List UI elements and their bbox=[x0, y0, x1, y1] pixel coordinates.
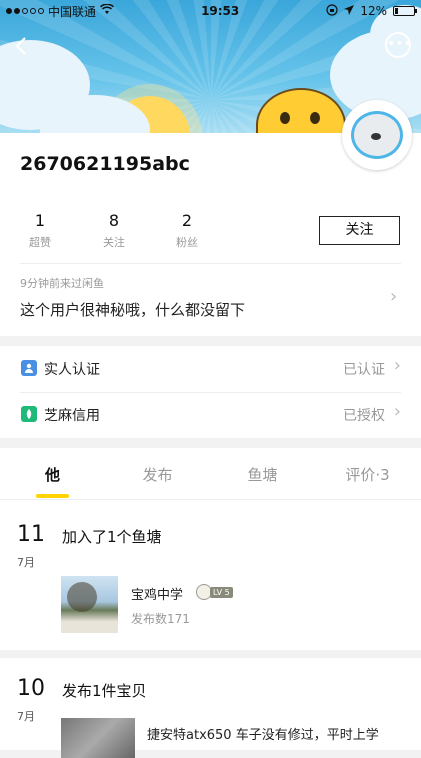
wifi-icon bbox=[100, 3, 115, 18]
chevron-right-icon: › bbox=[393, 355, 401, 376]
carrier-label: 中国联通 bbox=[48, 4, 97, 19]
feed-title: 加入了1个鱼塘 bbox=[62, 528, 162, 546]
stat-fans[interactable]: 2 粉丝 bbox=[167, 211, 207, 250]
stat-value: 8 bbox=[108, 211, 120, 230]
tab-reviews[interactable]: 评价·3 bbox=[315, 464, 420, 485]
status-bar: 中国联通 19:53 12% bbox=[0, 0, 421, 22]
stat-label: 粉丝 bbox=[176, 236, 198, 249]
feed-month: 7月 bbox=[17, 556, 35, 569]
feed-day: 10 bbox=[17, 676, 45, 701]
feed-month: 7月 bbox=[17, 710, 35, 723]
verify-row-sesame[interactable]: 芝麻信用 已授权 › bbox=[0, 392, 421, 438]
stat-label: 超赞 bbox=[29, 236, 51, 249]
location-arrow-icon bbox=[344, 4, 355, 18]
activity-feed: 11 7月 加入了1个鱼塘 宝鸡中学 LV 5 发布数171 10 7月 发布1… bbox=[0, 500, 421, 758]
tab-published[interactable]: 发布 bbox=[105, 464, 210, 485]
tab-bar: 他 发布 鱼塘 评价·3 bbox=[0, 448, 421, 500]
pond-level-badge: LV 5 bbox=[196, 584, 236, 600]
tab-him[interactable]: 他 bbox=[0, 464, 105, 485]
item-description[interactable]: 捷安特atx650 车子没有修过，平时上学 bbox=[147, 724, 412, 743]
tab-ponds[interactable]: 鱼塘 bbox=[210, 464, 315, 485]
verify-status: 已授权 bbox=[343, 408, 385, 424]
item-image[interactable] bbox=[61, 718, 135, 758]
section-separator bbox=[0, 650, 421, 658]
stat-likes[interactable]: 1 超赞 bbox=[20, 211, 60, 250]
battery-percent: 12% bbox=[360, 4, 387, 18]
pond-level: LV 5 bbox=[210, 587, 233, 598]
follow-button[interactable]: 关注 bbox=[319, 216, 400, 245]
battery-icon bbox=[392, 6, 417, 16]
verify-label: 实人认证 bbox=[44, 362, 100, 378]
username: 2670621195abc bbox=[20, 153, 190, 175]
pond-post-count: 发布数171 bbox=[131, 612, 190, 626]
verify-status: 已认证 bbox=[343, 362, 385, 378]
divider bbox=[20, 392, 401, 393]
lock-rotation-icon bbox=[326, 3, 338, 19]
chevron-right-icon: › bbox=[393, 401, 401, 422]
pond-image[interactable] bbox=[61, 576, 118, 633]
bio[interactable]: 这个用户很神秘哦，什么都没留下 bbox=[20, 299, 245, 320]
stat-value: 1 bbox=[34, 211, 46, 230]
real-name-icon bbox=[21, 360, 37, 376]
last-visit: 9分钟前来过闲鱼 bbox=[20, 277, 104, 290]
verification-section: 实人认证 已认证 › 芝麻信用 已授权 › bbox=[0, 346, 421, 438]
more-dots-icon[interactable]: ••• bbox=[385, 32, 412, 58]
stat-label: 关注 bbox=[103, 236, 125, 249]
back-chevron-icon[interactable] bbox=[10, 34, 36, 60]
verify-row-real-name[interactable]: 实人认证 已认证 › bbox=[0, 346, 421, 392]
divider bbox=[20, 263, 401, 264]
feed-day: 11 bbox=[17, 522, 45, 547]
feed-title: 发布1件宝贝 bbox=[62, 682, 147, 700]
active-tab-indicator bbox=[36, 494, 69, 498]
clock: 19:53 bbox=[201, 4, 240, 18]
avatar-nose bbox=[371, 133, 381, 140]
chevron-right-icon: › bbox=[390, 286, 398, 307]
pond-name[interactable]: 宝鸡中学 bbox=[131, 584, 183, 603]
avatar[interactable] bbox=[342, 100, 412, 170]
stat-following[interactable]: 8 关注 bbox=[94, 211, 134, 250]
stat-value: 2 bbox=[181, 211, 193, 230]
signal-dots-icon bbox=[6, 8, 44, 14]
verify-label: 芝麻信用 bbox=[44, 408, 100, 424]
sesame-credit-icon bbox=[21, 406, 37, 422]
